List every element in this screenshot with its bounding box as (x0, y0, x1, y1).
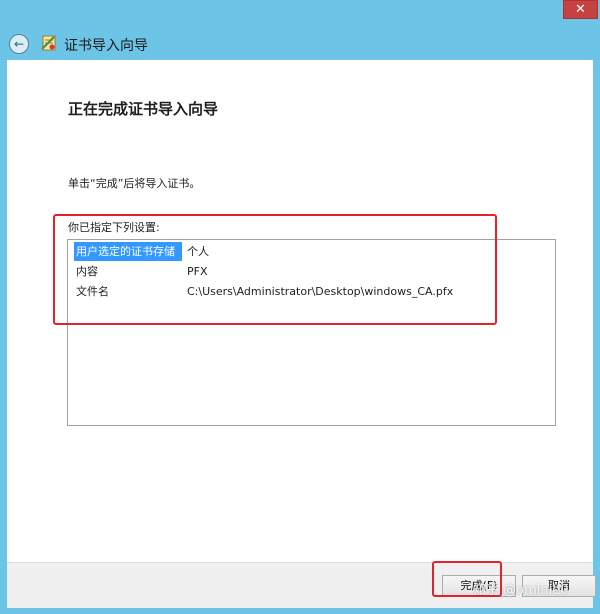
watermark: 知乎 @ominie0 (473, 583, 569, 598)
window-title: 证书导入向导 (64, 38, 148, 54)
back-arrow-icon: ← (13, 37, 25, 51)
window-bottom-border (0, 608, 600, 614)
close-icon: ✕ (575, 2, 586, 17)
annotation-highlight-settings (53, 214, 497, 325)
back-button[interactable]: ← (9, 34, 29, 54)
close-button[interactable]: ✕ (563, 0, 598, 19)
page-title: 正在完成证书导入向导 (68, 100, 219, 118)
certificate-wizard-icon (41, 35, 56, 51)
instruction-text: 单击“完成”后将导入证书。 (68, 177, 201, 190)
